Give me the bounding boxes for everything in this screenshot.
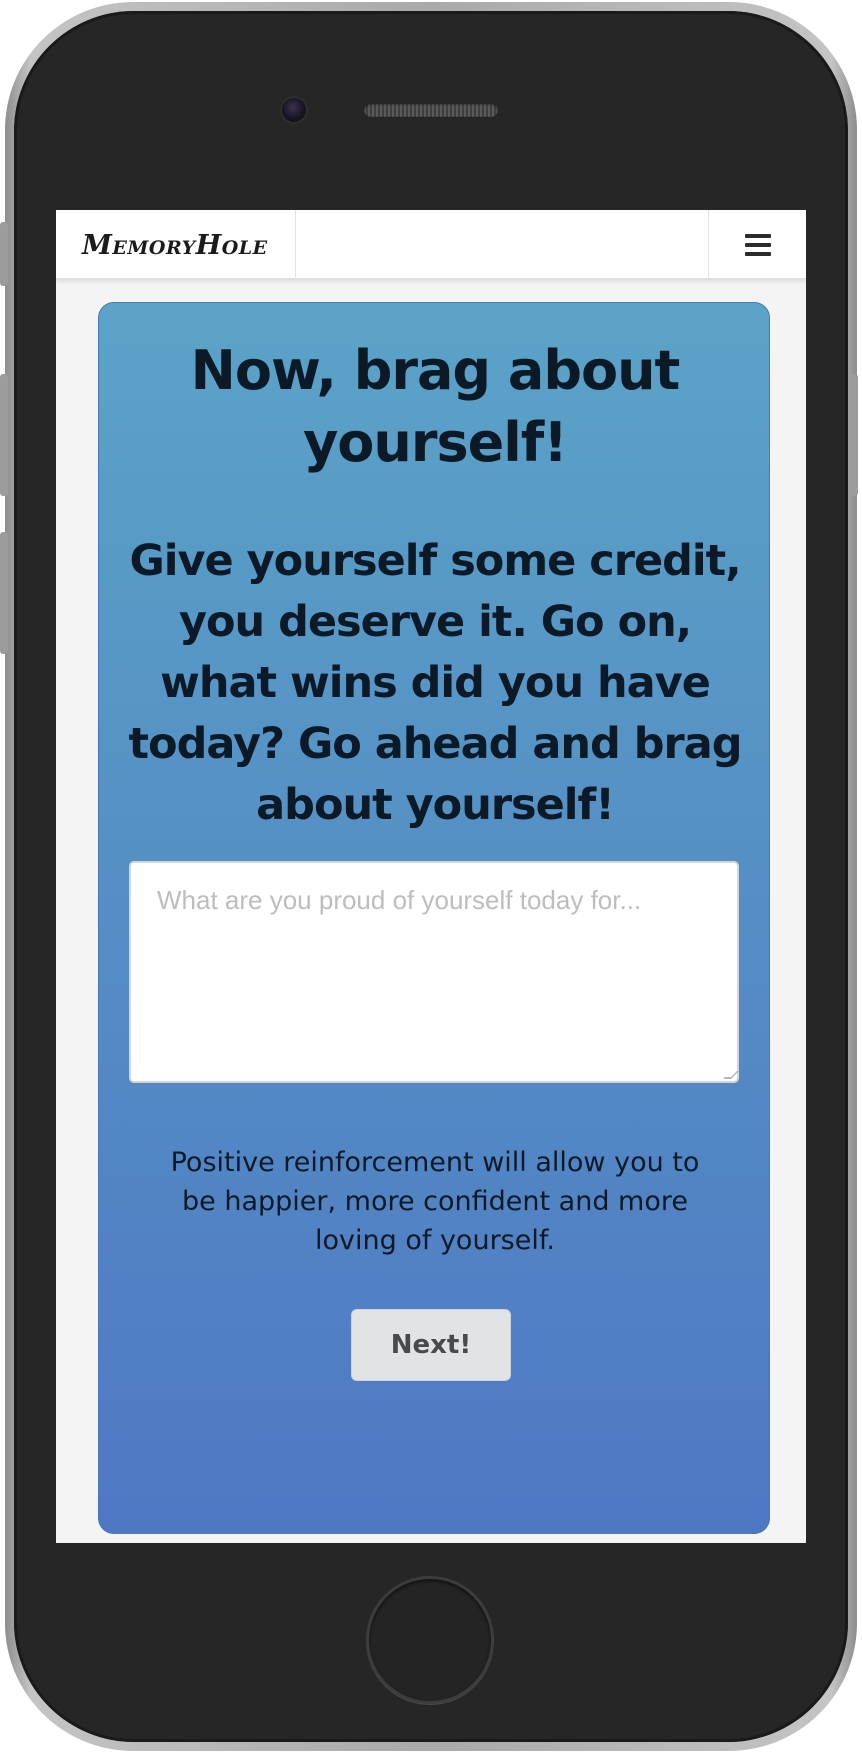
- reinforcement-note: Positive reinforcement will allow you to…: [170, 1147, 700, 1256]
- page-subtitle: Give yourself some credit, you deserve i…: [128, 536, 742, 830]
- brag-input[interactable]: [129, 861, 739, 1083]
- earpiece-speaker: [364, 103, 498, 117]
- page-title: Now, brag about yourself!: [190, 339, 681, 474]
- brand-logo[interactable]: MemoryHole: [56, 210, 296, 280]
- next-button[interactable]: Next!: [351, 1309, 511, 1381]
- home-button[interactable]: [366, 1576, 494, 1704]
- app-screen: MemoryHole Now, brag about yourself! Giv…: [56, 210, 806, 1543]
- phone-volume-up-button: [0, 374, 8, 496]
- menu-toggle-button[interactable]: [708, 210, 806, 280]
- phone-volume-down-button: [0, 532, 8, 654]
- hamburger-menu-icon: [744, 234, 771, 256]
- phone-power-button: [850, 374, 858, 496]
- front-camera: [282, 98, 306, 122]
- brag-card: Now, brag about yourself! Give yourself …: [98, 302, 770, 1534]
- phone-side-button: [0, 222, 8, 286]
- navbar: MemoryHole: [56, 210, 806, 280]
